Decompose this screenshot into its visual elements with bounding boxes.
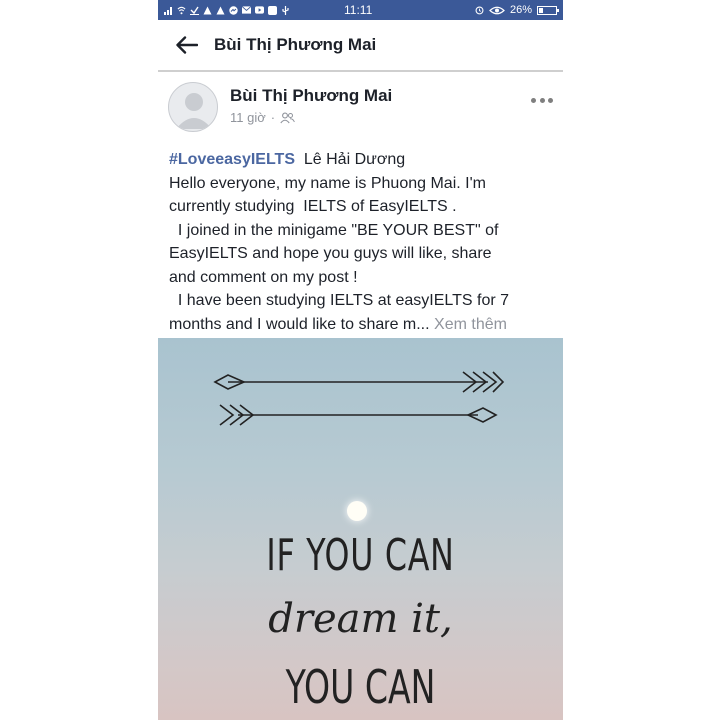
post-line: currently studying IELTS of EasyIELTS . — [169, 198, 457, 215]
arrow-left-pointing — [213, 371, 505, 393]
post-body: #LoveeasyIELTS Lê Hải Dương Hello everyo… — [158, 140, 563, 340]
arrow-right-pointing — [219, 404, 498, 426]
post-meta: 11 giờ · — [230, 110, 295, 125]
status-right: 26% — [475, 4, 559, 16]
meta-separator: · — [270, 110, 276, 125]
moon — [347, 501, 367, 521]
dot-icon — [539, 97, 545, 103]
quote-line-3: YOU CAN — [285, 660, 436, 714]
page-title: Bùi Thị Phương Mai — [214, 35, 377, 54]
post-line: EasyIELTS and hope you guys will like, s… — [169, 245, 492, 262]
back-button[interactable] — [174, 32, 200, 58]
avatar[interactable] — [168, 82, 218, 132]
dot-icon — [531, 97, 536, 103]
default-avatar-icon — [176, 93, 212, 129]
hashtag-link[interactable]: #LoveeasyIELTS — [169, 151, 295, 168]
battery-icon — [537, 5, 559, 15]
alarm-icon — [475, 6, 484, 15]
tagged-person[interactable]: Lê Hải Dương — [304, 151, 405, 168]
post-photo[interactable]: IF YOU CAN dream it, YOU CAN — [158, 338, 563, 720]
warning-icon — [203, 6, 212, 15]
clock: 11:11 — [344, 3, 373, 17]
wifi-icon — [177, 6, 186, 15]
signal-icon — [164, 6, 173, 15]
mail-icon — [242, 6, 251, 15]
post-line: Hello everyone, my name is Phuong Mai. I… — [169, 174, 486, 192]
app-header: Bùi Thị Phương Mai — [158, 20, 563, 72]
post-line: I have been studying IELTS at easyIELTS … — [169, 292, 510, 309]
friends-audience-icon — [280, 112, 295, 123]
app-icon — [268, 5, 277, 15]
arrows-illustration — [213, 371, 505, 426]
battery-percent: 26% — [509, 4, 532, 16]
author-name[interactable]: Bùi Thị Phương Mai — [230, 86, 392, 106]
eye-icon — [489, 6, 505, 15]
phone-screen: 11:11 26% Bùi Thị Phương Mai Bùi Thị Phư… — [158, 0, 563, 720]
usb-icon — [281, 5, 290, 15]
post-header: Bùi Thị Phương Mai 11 giờ · — [158, 72, 563, 140]
quote-line-2: dream it, — [268, 596, 453, 642]
truncated-text: months and I would like to share m... — [169, 315, 430, 333]
dot-icon — [548, 97, 553, 103]
status-bar: 11:11 26% — [158, 0, 563, 20]
see-more-link[interactable]: Xem thêm — [434, 316, 507, 333]
post-line: months and I would like to share m... Xe… — [169, 313, 552, 337]
post-line: #LoveeasyIELTS Lê Hải Dương — [169, 148, 552, 172]
post-time[interactable]: 11 giờ — [230, 110, 266, 125]
messenger-icon — [229, 5, 238, 15]
notification-icons — [164, 5, 290, 15]
warning-icon — [216, 6, 225, 15]
download-icon — [190, 6, 199, 15]
battery-fill — [539, 7, 543, 13]
quote-line-1: IF YOU CAN — [266, 530, 455, 581]
more-options-button[interactable] — [531, 94, 553, 106]
youtube-icon — [255, 6, 264, 15]
post-line: and comment on my post ! — [169, 268, 358, 286]
post-line: I joined in the minigame "BE YOUR BEST" … — [169, 221, 499, 239]
arrow-left-icon — [176, 36, 198, 54]
